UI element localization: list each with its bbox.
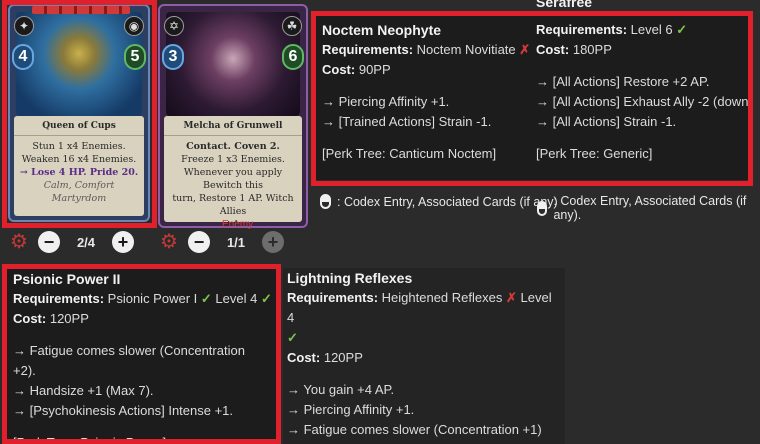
increase-button[interactable]: +	[262, 231, 284, 253]
card-power: 6	[282, 44, 304, 70]
card-line: Contact. Coven 2.	[186, 141, 280, 152]
card-melcha-of-grunwell[interactable]: ✡ ☘ 3 6 Melcha of Grunwell Contact. Cove…	[158, 4, 308, 228]
perk-effect: → Piercing Affinity +1.	[287, 402, 415, 417]
perk-lightning-reflexes[interactable]: Lightning Reflexes Requirements: Heighte…	[283, 268, 565, 444]
gear-icon[interactable]: ⚙	[158, 231, 180, 253]
cross-icon: ✗	[505, 290, 517, 305]
decrease-button[interactable]: −	[38, 231, 60, 253]
codex-hint: : Codex Entry, Associated Cards (if any)…	[537, 194, 760, 222]
highlight-box	[311, 11, 753, 186]
codex-hint: : Codex Entry, Associated Cards (if any)	[320, 194, 558, 209]
card-count: 2/4	[76, 234, 96, 250]
card-line: Whenever you apply Bewitch this	[183, 167, 283, 191]
card-counter: ⚙ − 1/1 +	[158, 229, 292, 255]
perk-effect: → You gain +4 AP.	[287, 382, 395, 397]
card-line: turn, Restore 1 AP. Witch Allies	[172, 193, 294, 217]
perk-effect: → Fatigue comes slower (Concentration +1…	[287, 422, 542, 437]
card-line: Freeze 1 x3 Enemies.	[181, 154, 285, 165]
card-body: Melcha of Grunwell Contact. Coven 2. Fre…	[164, 116, 302, 226]
mouse-icon	[537, 200, 548, 216]
card-counter: ⚙ − 2/4 +	[8, 229, 142, 255]
decrease-button[interactable]: −	[188, 231, 210, 253]
increase-button[interactable]: +	[112, 231, 134, 253]
perk-cost: Cost: 120PP	[287, 350, 363, 365]
triquetra-icon: ☘	[282, 16, 302, 36]
highlight-box	[2, 0, 157, 228]
perk-title: Lightning Reflexes	[287, 270, 413, 286]
card-count: 1/1	[226, 234, 246, 250]
perk-requirements: Requirements: Heightened Reflexes ✗ Leve…	[287, 290, 552, 345]
highlight-box	[2, 264, 281, 444]
card-art	[166, 12, 300, 116]
mouse-icon	[320, 194, 331, 209]
star-icon: ✡	[164, 16, 184, 36]
check-icon: ✓	[287, 330, 298, 345]
gear-icon[interactable]: ⚙	[8, 231, 30, 253]
card-cost: 3	[162, 44, 184, 70]
perk-title-clipped: Serafree	[536, 0, 593, 10]
card-name: Melcha of Grunwell	[164, 121, 302, 136]
